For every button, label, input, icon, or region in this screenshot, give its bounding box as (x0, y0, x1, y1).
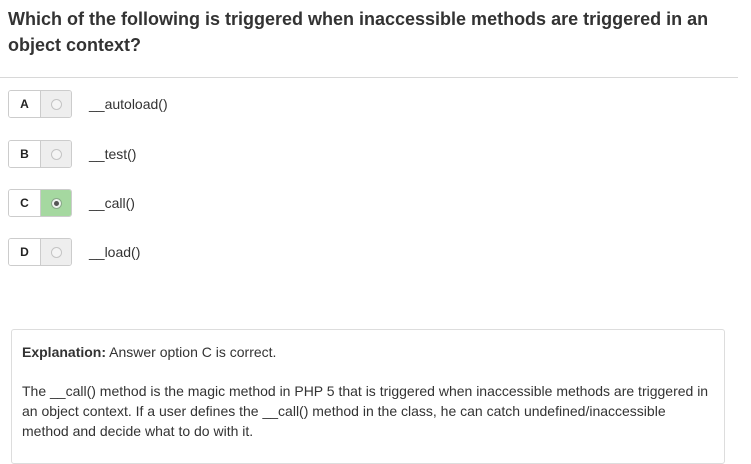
option-c-text: __call() (89, 195, 135, 211)
option-a-selector[interactable]: A (8, 90, 72, 118)
option-b-radio-cell[interactable] (41, 141, 71, 167)
option-c-radio[interactable] (50, 197, 62, 209)
option-d-selector[interactable]: D (8, 238, 72, 266)
option-a-text: __autoload() (89, 96, 168, 112)
option-c-radio-cell[interactable] (41, 190, 71, 216)
option-d-letter: D (9, 239, 41, 265)
option-a-radio-cell[interactable] (41, 91, 71, 117)
divider (0, 77, 738, 78)
option-b[interactable]: B __test() (8, 139, 136, 169)
option-b-letter: B (9, 141, 41, 167)
option-c-selector[interactable]: C (8, 189, 72, 217)
option-b-selector[interactable]: B (8, 140, 72, 168)
option-b-radio[interactable] (50, 148, 62, 160)
option-d-radio-cell[interactable] (41, 239, 71, 265)
option-a[interactable]: A __autoload() (8, 89, 168, 119)
explanation-label: Explanation: (22, 344, 107, 360)
explanation-summary: Answer option C is correct. (109, 344, 277, 360)
explanation-panel: Explanation: Answer option C is correct.… (11, 329, 725, 464)
option-a-letter: A (9, 91, 41, 117)
option-d-text: __load() (89, 244, 141, 260)
option-d-radio[interactable] (50, 246, 62, 258)
explanation-heading: Explanation: Answer option C is correct. (22, 342, 714, 362)
question-text: Which of the following is triggered when… (8, 9, 709, 55)
radio-checked-dot-icon (53, 200, 59, 206)
option-c-letter: C (9, 190, 41, 216)
option-c[interactable]: C __call() (8, 188, 135, 218)
option-b-text: __test() (89, 146, 137, 162)
option-d[interactable]: D __load() (8, 237, 140, 267)
explanation-body: The __call() method is the magic method … (22, 383, 709, 439)
option-a-radio[interactable] (50, 98, 62, 110)
